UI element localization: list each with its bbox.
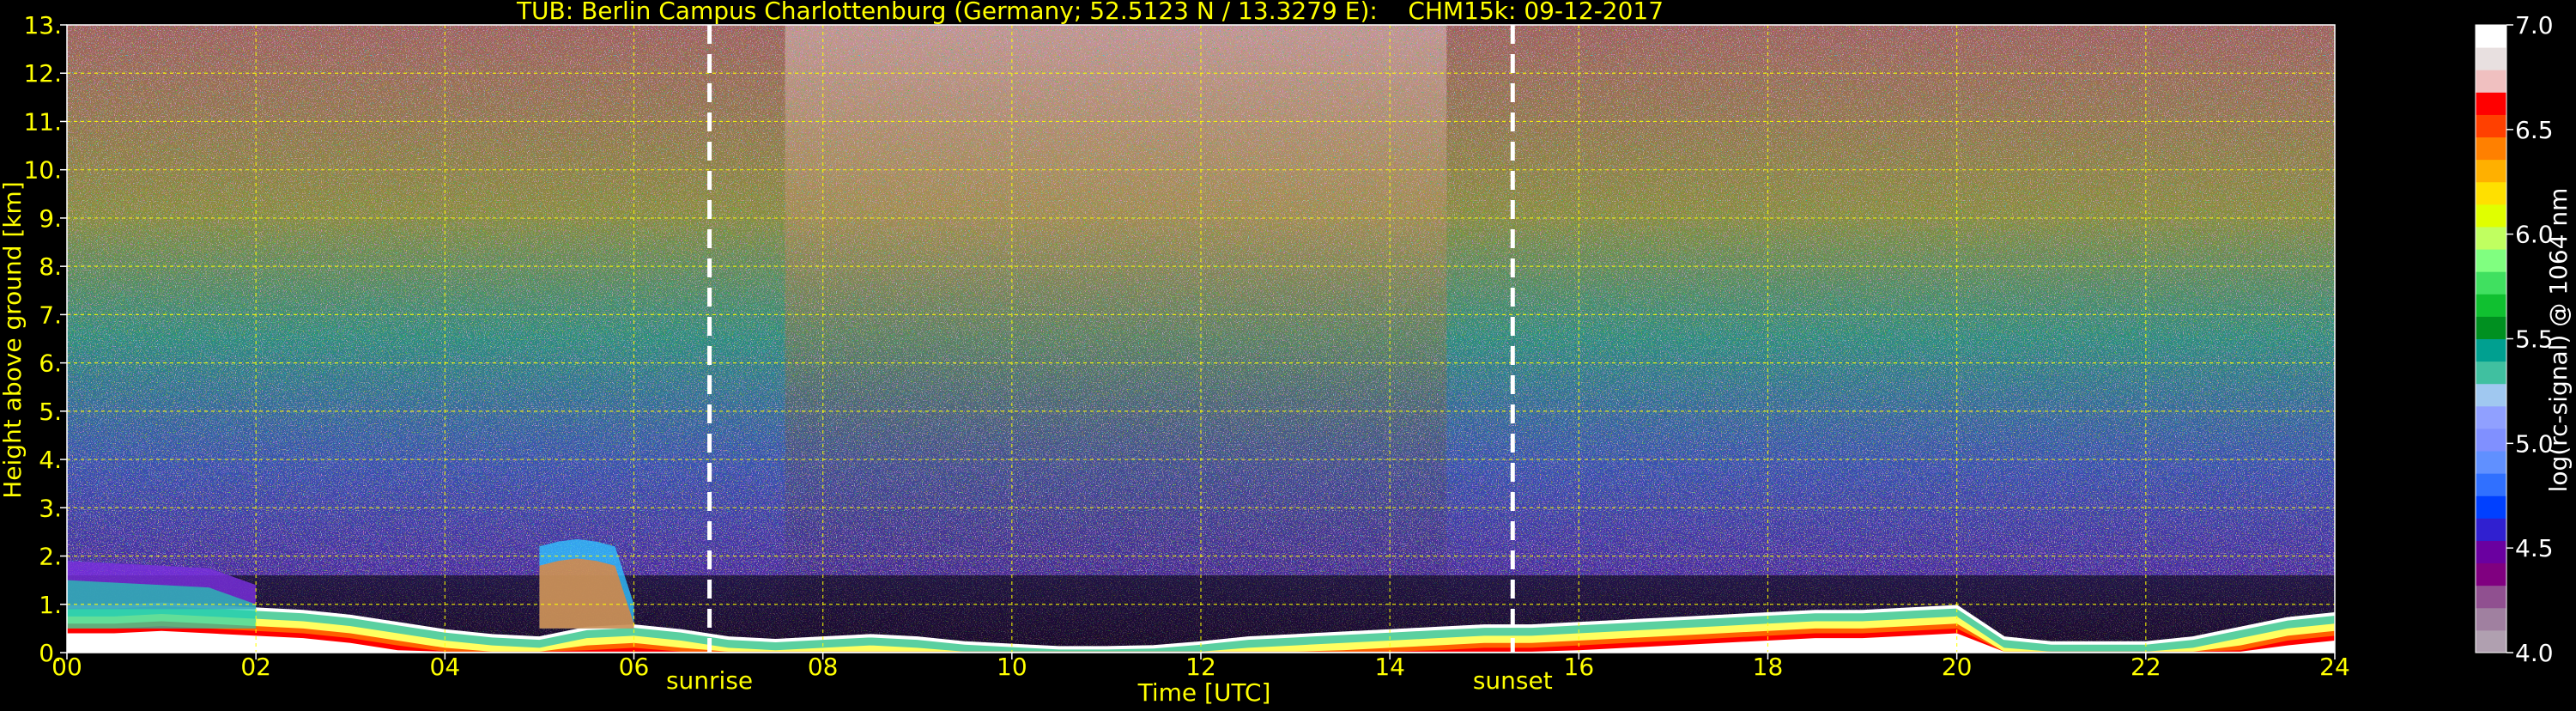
x-tick-label: 22 bbox=[2131, 653, 2161, 681]
colorbar-segment bbox=[2476, 451, 2506, 474]
x-axis-label: Time [UTC] bbox=[1137, 678, 1271, 707]
colorbar-segment bbox=[2476, 114, 2506, 138]
colorbar-segment bbox=[2476, 607, 2506, 631]
colorbar-segment bbox=[2476, 629, 2506, 653]
colorbar-segment bbox=[2476, 338, 2506, 362]
y-tick-label: 0. bbox=[39, 639, 62, 667]
colorbar-segment bbox=[2476, 204, 2506, 228]
colorbar-tick-label: 6.5 bbox=[2515, 116, 2554, 144]
colorbar-segment bbox=[2476, 562, 2506, 586]
colorbar-segment bbox=[2476, 137, 2506, 161]
colorbar-tick-label: 7.0 bbox=[2515, 11, 2554, 40]
y-tick-label: 6. bbox=[39, 349, 62, 378]
colorbar-segment bbox=[2476, 294, 2506, 317]
y-tick-label: 4. bbox=[39, 446, 62, 474]
x-tick-label: 12 bbox=[1185, 653, 1216, 681]
colorbar-segment bbox=[2476, 271, 2506, 295]
colorbar-tick-label: 4.5 bbox=[2515, 534, 2554, 562]
colorbar-segment bbox=[2476, 47, 2506, 70]
y-tick-label: 8. bbox=[39, 252, 62, 281]
x-tick-label: 24 bbox=[2319, 653, 2350, 681]
chart-title: TUB: Berlin Campus Charlottenburg (Germa… bbox=[516, 0, 1664, 25]
x-tick-label: 10 bbox=[997, 653, 1027, 681]
y-tick-label: 2. bbox=[39, 543, 62, 571]
x-tick-label: 14 bbox=[1374, 653, 1405, 681]
y-tick-label: 9. bbox=[39, 204, 62, 233]
colorbar-segment bbox=[2476, 361, 2506, 385]
lidar-chart: sunrise sunset 00 02 04 06 08 10 12 14 16 18 20 22 24… bbox=[0, 0, 2576, 708]
colorbar-segment bbox=[2476, 316, 2506, 339]
colorbar-segment bbox=[2476, 249, 2506, 272]
colorbar-segment bbox=[2476, 428, 2506, 452]
y-axis-label: Height above ground [km] bbox=[0, 181, 27, 499]
colorbar-segment bbox=[2476, 495, 2506, 519]
colorbar-segment bbox=[2476, 540, 2506, 564]
colorbar-segment bbox=[2476, 585, 2506, 609]
colorbar-segment bbox=[2476, 473, 2506, 496]
sunset-label: sunset bbox=[1473, 666, 1553, 695]
colorbar-segment bbox=[2476, 226, 2506, 250]
x-tick-label: 20 bbox=[1942, 653, 1973, 681]
colorbar-segment bbox=[2476, 159, 2506, 183]
colorbar-segment bbox=[2476, 518, 2506, 541]
y-tick-label: 12. bbox=[23, 59, 62, 88]
colorbar-segment bbox=[2476, 25, 2506, 48]
colorbar-tick-label: 4.0 bbox=[2515, 639, 2554, 667]
x-tick-label: 08 bbox=[808, 653, 839, 681]
x-tick-label: 18 bbox=[1753, 653, 1784, 681]
signal-image bbox=[67, 25, 2335, 653]
colorbar-segment bbox=[2476, 405, 2506, 429]
colorbar-segment bbox=[2476, 383, 2506, 407]
colorbar-segment bbox=[2476, 181, 2506, 205]
y-tick-label: 1. bbox=[39, 591, 62, 619]
y-tick-label: 10. bbox=[23, 156, 62, 185]
colorbar-segment bbox=[2476, 92, 2506, 115]
y-tick-label: 5. bbox=[39, 398, 62, 426]
y-tick-label: 11. bbox=[23, 107, 62, 136]
x-tick-label: 04 bbox=[430, 653, 461, 681]
colorbar-segment bbox=[2476, 70, 2506, 93]
x-tick-label: 06 bbox=[619, 653, 650, 681]
y-tick-label: 3. bbox=[39, 494, 62, 522]
x-tick-label: 16 bbox=[1564, 653, 1595, 681]
x-tick-label: 02 bbox=[240, 653, 271, 681]
y-tick-label: 13. bbox=[23, 11, 62, 40]
colorbar-label: log(rc-signal) @ 1064 nm bbox=[2544, 188, 2573, 493]
sunrise-label: sunrise bbox=[666, 666, 753, 695]
y-tick-label: 7. bbox=[39, 301, 62, 329]
